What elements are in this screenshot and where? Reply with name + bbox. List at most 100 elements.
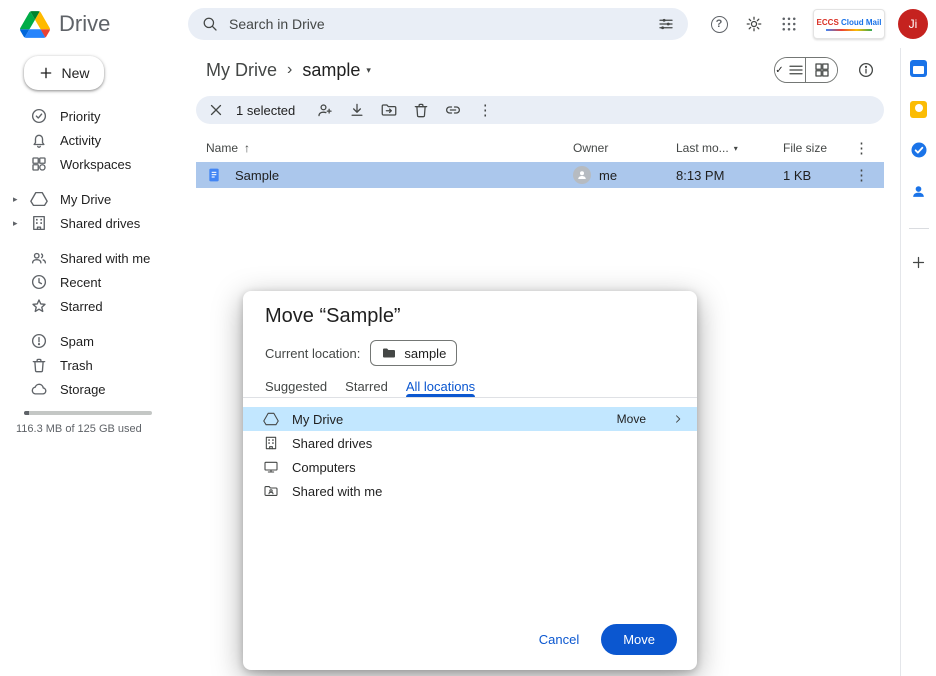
close-icon — [207, 101, 225, 119]
breadcrumb-current-folder[interactable]: sample — [302, 60, 360, 81]
row-more-button[interactable]: ⋮ — [839, 168, 884, 183]
get-link-button[interactable] — [437, 98, 469, 122]
contacts-button[interactable] — [909, 181, 929, 201]
spam-icon — [30, 332, 48, 350]
priority-icon — [30, 107, 48, 125]
help-icon: ? — [711, 16, 728, 33]
search-input[interactable] — [229, 16, 647, 32]
calendar-button[interactable] — [909, 58, 929, 78]
google-doc-icon — [206, 167, 222, 183]
person-add-icon — [316, 101, 334, 119]
file-name: Sample — [235, 168, 279, 183]
eccs-cloud-mail-badge[interactable]: ECCS Cloud Mail — [813, 9, 885, 39]
sidebar-item-activity[interactable]: Activity — [0, 128, 188, 152]
computer-icon — [263, 459, 279, 475]
keep-button[interactable] — [909, 99, 929, 119]
search-bar[interactable] — [188, 8, 688, 40]
view-controls: ✓ — [774, 57, 876, 83]
plus-icon — [910, 254, 927, 271]
new-button[interactable]: New — [24, 56, 104, 90]
column-last-modified[interactable]: Last mo... ▾ — [676, 141, 783, 155]
sort-ascending-icon: ↑ — [244, 141, 250, 155]
sidebar-item-spam[interactable]: Spam — [0, 329, 188, 353]
owner-avatar — [573, 166, 591, 184]
move-button[interactable]: Move — [601, 624, 677, 655]
breadcrumb-my-drive[interactable]: My Drive — [206, 60, 277, 81]
location-row-shared-with-me[interactable]: Shared with me — [243, 479, 697, 503]
tab-starred[interactable]: Starred — [345, 376, 388, 397]
grid-view-button[interactable] — [806, 58, 837, 82]
info-icon — [857, 61, 875, 79]
location-row-shared-drives[interactable]: Shared drives — [243, 431, 697, 455]
owner-cell: me — [573, 166, 676, 184]
tab-suggested[interactable]: Suggested — [265, 376, 327, 397]
view-toggle: ✓ — [774, 57, 838, 83]
account-avatar[interactable]: Ji — [898, 9, 928, 39]
table-header: Name ↑ Owner Last mo... ▾ File size ⋮ — [196, 138, 884, 158]
sidebar-item-recent[interactable]: Recent — [0, 270, 188, 294]
move-to-button[interactable] — [373, 98, 405, 122]
tab-all-locations[interactable]: All locations — [406, 376, 475, 397]
link-icon — [444, 101, 462, 119]
tasks-icon — [910, 141, 928, 159]
drive-home[interactable]: Drive — [0, 11, 188, 38]
download-button[interactable] — [341, 98, 373, 122]
settings-button[interactable] — [743, 13, 765, 35]
tasks-button[interactable] — [909, 140, 929, 160]
table-row[interactable]: Sample me 8:13 PM 1 KB ⋮ — [196, 162, 884, 188]
current-location-name: sample — [404, 346, 446, 361]
sidebar-item-priority[interactable]: Priority — [0, 104, 188, 128]
help-button[interactable]: ? — [708, 13, 730, 35]
column-name[interactable]: Name ↑ — [196, 141, 573, 155]
sidebar-item-my-drive[interactable]: ▸ My Drive — [0, 187, 188, 211]
search-options-icon[interactable] — [657, 15, 675, 33]
apps-grid-button[interactable] — [778, 13, 800, 35]
sidebar-item-workspaces[interactable]: Workspaces — [0, 152, 188, 176]
current-location-label: Current location: — [265, 346, 360, 361]
sidebar-item-shared-drives[interactable]: ▸ Shared drives — [0, 211, 188, 235]
sidebar-item-shared-with-me[interactable]: Shared with me — [0, 246, 188, 270]
cancel-button[interactable]: Cancel — [525, 625, 593, 654]
share-button[interactable] — [309, 98, 341, 122]
details-button[interactable] — [856, 60, 876, 80]
clock-icon — [30, 273, 48, 291]
location-row-computers[interactable]: Computers — [243, 455, 697, 479]
current-location-chip[interactable]: sample — [370, 340, 457, 366]
star-icon — [30, 297, 48, 315]
download-icon — [348, 101, 366, 119]
sidebar-item-storage[interactable]: Storage — [0, 377, 188, 401]
apps-grid-icon — [780, 15, 798, 33]
storage-progress-bar[interactable] — [24, 411, 152, 415]
bell-icon — [30, 131, 48, 149]
my-drive-icon — [30, 190, 48, 208]
delete-button[interactable] — [405, 98, 437, 122]
more-vert-icon: ⋮ — [478, 103, 493, 118]
search-icon[interactable] — [201, 15, 219, 33]
cloud-icon — [30, 380, 48, 398]
clear-selection-button[interactable] — [204, 98, 228, 122]
folder-menu-caret-icon[interactable]: ▾ — [366, 65, 371, 76]
selection-toolbar: 1 selected ⋮ — [196, 96, 884, 124]
expand-arrow-icon[interactable]: ▸ — [13, 194, 18, 205]
grid-view-icon — [813, 61, 831, 79]
get-addons-button[interactable] — [909, 252, 929, 272]
sidebar-item-starred[interactable]: Starred — [0, 294, 188, 318]
keep-icon — [910, 101, 927, 118]
selected-count: 1 selected — [236, 103, 295, 118]
caret-down-icon: ▾ — [734, 144, 738, 153]
check-icon: ✓ — [775, 65, 783, 76]
shared-drives-icon — [30, 214, 48, 232]
move-here-label[interactable]: Move — [617, 412, 646, 426]
sidebar-item-trash[interactable]: Trash — [0, 353, 188, 377]
expand-arrow-icon[interactable]: ▸ — [13, 218, 18, 229]
dialog-title: Move “Sample” — [243, 291, 697, 328]
shared-folder-icon — [263, 483, 279, 499]
location-list: My Drive Move Shared drives Computers Sh… — [243, 398, 697, 503]
column-options-button[interactable]: ⋮ — [839, 141, 884, 156]
calendar-icon — [910, 60, 927, 77]
top-bar: Drive ? — [0, 0, 936, 48]
column-owner[interactable]: Owner — [573, 141, 676, 155]
more-actions-button[interactable]: ⋮ — [469, 98, 501, 122]
location-row-my-drive[interactable]: My Drive Move — [243, 407, 697, 431]
list-view-button[interactable]: ✓ — [775, 58, 806, 82]
